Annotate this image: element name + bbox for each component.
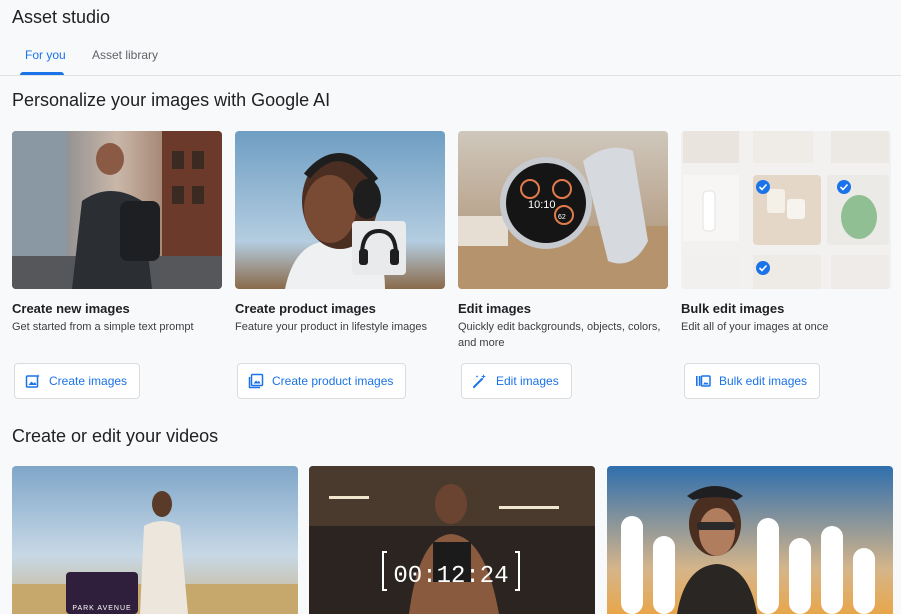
button-label: Bulk edit images <box>719 374 808 388</box>
card-title: Edit images <box>458 301 531 316</box>
magic-wand-icon <box>473 374 486 388</box>
selected-check-icon[interactable] <box>756 261 770 275</box>
card-image-street-portrait[interactable] <box>12 131 222 289</box>
selected-check-icon[interactable] <box>756 180 770 194</box>
watch-value: 62 <box>558 214 566 221</box>
card-description: Get started from a simple text prompt <box>12 321 194 333</box>
video-card-gym-timer[interactable]: 00:12:24 <box>309 466 595 614</box>
bulk-edit-images-button[interactable]: Bulk edit images <box>684 363 821 399</box>
tab-for-you[interactable]: For you <box>25 48 66 62</box>
bulk-images-icon <box>696 375 711 387</box>
button-label: Create product images <box>272 374 394 388</box>
card-description: Feature your product in lifestyle images <box>235 321 427 333</box>
app-title: Asset studio <box>12 7 111 27</box>
card-description: Quickly edit backgrounds, objects, color… <box>458 321 661 349</box>
button-label: Create images <box>49 374 128 388</box>
card-create-new-images: Create new images Get started from a sim… <box>12 131 222 333</box>
selected-check-icon[interactable] <box>837 180 851 194</box>
card-title: Bulk edit images <box>681 301 785 316</box>
button-label: Edit images <box>496 374 559 388</box>
card-edit-images: 10:10 62 Edit images Quickly edit backgr… <box>458 131 668 349</box>
timer-text: 00:12:24 <box>393 563 508 590</box>
image-sparkle-icon <box>25 374 40 388</box>
images-section-title: Personalize your images with Google AI <box>12 90 331 110</box>
videos-section-title: Create or edit your videos <box>12 426 219 446</box>
tab-bar: For you Asset library <box>0 40 901 76</box>
card-create-product-images: Create product images Feature your produ… <box>235 131 445 333</box>
active-tab-indicator <box>20 72 64 75</box>
video-card-field-portrait[interactable]: PARK AVENUE <box>12 466 298 614</box>
card-bulk-edit-images: Bulk edit images Edit all of your images… <box>681 131 891 333</box>
watch-time: 10:10 <box>528 199 556 211</box>
create-images-button[interactable]: Create images <box>14 363 141 399</box>
video-card-audio-portrait[interactable] <box>607 466 893 614</box>
edit-images-button[interactable]: Edit images <box>461 363 572 399</box>
sign-text: PARK AVENUE <box>72 605 131 612</box>
card-title: Create new images <box>12 301 130 316</box>
card-description: Edit all of your images at once <box>681 321 829 333</box>
card-title: Create product images <box>235 301 376 316</box>
card-image-product-grid[interactable] <box>681 131 891 289</box>
create-product-images-button[interactable]: Create product images <box>237 363 407 399</box>
card-image-headphones-portrait[interactable] <box>235 131 445 289</box>
tab-asset-library[interactable]: Asset library <box>92 48 158 62</box>
card-image-smartwatch[interactable]: 10:10 62 <box>458 131 668 289</box>
image-frame-icon <box>248 373 264 389</box>
